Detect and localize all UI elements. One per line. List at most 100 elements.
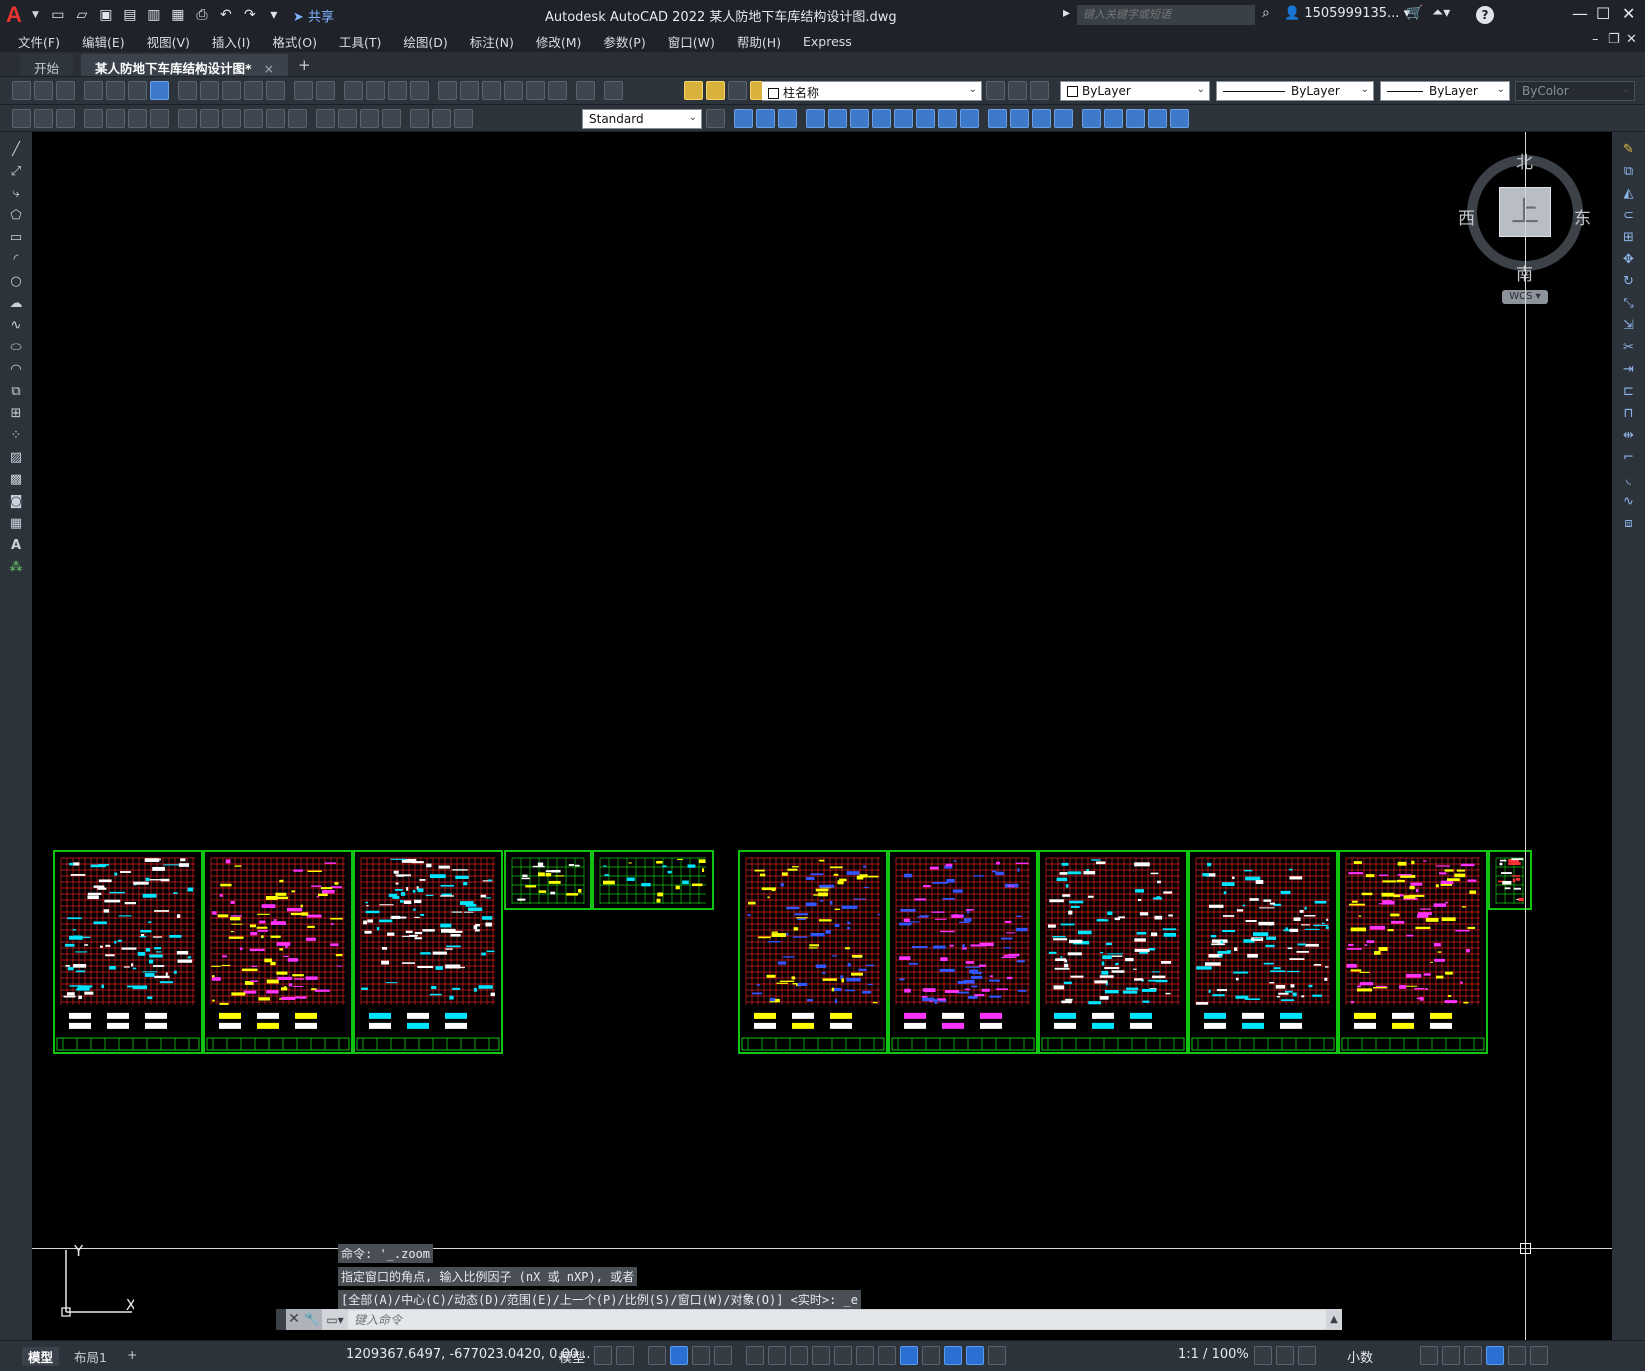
customization-icon[interactable] [1530,1346,1548,1365]
zoom-window-icon[interactable] [388,81,407,100]
mtext-icon[interactable]: A [8,538,24,554]
menu-parametric[interactable]: 参数(P) [603,32,645,51]
offset-icon[interactable]: ⊂ [1620,208,1637,224]
command-history-up-icon[interactable]: ▲ [1326,1314,1342,1325]
extrude-faces-icon[interactable] [806,109,825,128]
snap-icon[interactable] [616,1346,634,1365]
dim-update-icon[interactable] [454,109,473,128]
close-icon[interactable]: ✕ [1622,4,1635,23]
save-icon[interactable]: ▣ [95,4,117,26]
selection-cycling-icon[interactable] [856,1346,874,1365]
selection-filter-icon[interactable] [922,1346,940,1365]
drawing-sheet[interactable] [203,850,353,1054]
blend-curves-icon[interactable]: ∿ [1620,494,1637,510]
rotate-faces-icon[interactable] [894,109,913,128]
help-tool-icon[interactable] [576,81,595,100]
quick-properties-icon[interactable] [1420,1346,1438,1365]
line-icon[interactable]: ╱ [8,142,24,158]
isolate-objects-icon[interactable] [1464,1346,1482,1365]
redo-tool-icon[interactable] [316,81,335,100]
dim-radius-icon[interactable] [106,109,125,128]
add-selected-icon[interactable]: ⁂ [8,560,24,576]
markup-icon[interactable] [526,81,545,100]
slice-icon[interactable] [1170,109,1189,128]
object-snap-icon[interactable] [790,1346,808,1365]
revcloud-icon[interactable]: ☁ [8,296,24,312]
hatch-icon[interactable]: ▨ [8,450,24,466]
dim-diameter-icon[interactable] [150,109,169,128]
add-layout-button[interactable]: + [127,1347,137,1362]
new-icon[interactable] [12,81,31,100]
mirror-icon[interactable]: ◭ [1620,186,1637,202]
dim-arc-icon[interactable] [56,109,75,128]
infer-constraints-icon[interactable] [648,1346,666,1365]
dim-ordinate-icon[interactable] [84,109,103,128]
menu-draw[interactable]: 绘图(D) [403,32,447,51]
dim-edit-icon[interactable] [410,109,429,128]
drawing-sheet[interactable] [592,850,714,910]
properties-icon[interactable] [438,81,457,100]
copy-object-icon[interactable]: ⧉ [1620,164,1637,180]
save-tool-icon[interactable] [56,81,75,100]
polyline-icon[interactable]: ⤷ [8,186,24,202]
break-icon[interactable]: ⊓ [1620,406,1637,422]
doc-close-icon[interactable]: ✕ [1626,32,1637,47]
publish-tool-icon[interactable] [128,81,147,100]
drawing-sheet[interactable] [1038,850,1188,1054]
new-tab-button[interactable]: + [288,54,321,76]
cart-icon[interactable]: 🛒 [1406,5,1423,21]
polar-tracking-icon[interactable] [714,1346,732,1365]
menu-file[interactable]: 文件(F) [18,32,60,51]
layer-on-icon[interactable] [684,81,703,100]
color-edges-icon[interactable] [1148,109,1167,128]
share-button[interactable]: ➤ 共享 [293,6,334,25]
offset-faces-icon[interactable] [850,109,869,128]
tab-start[interactable]: 开始 [20,54,74,76]
make-current-layer-icon[interactable] [986,81,1005,100]
plotstyle-dropdown[interactable]: ByColor ⌄ [1515,81,1635,101]
drawing-canvas[interactable]: 上 北 南 西 东 WCS ▾ Y X 命令: '_.zoom 指定窗口的角点,… [32,132,1612,1340]
jogged-linear-icon[interactable] [382,109,401,128]
layer-dropdown[interactable]: 柱名称 ⌄ [762,81,982,101]
separate-icon[interactable] [1032,109,1051,128]
preview-icon[interactable] [106,81,125,100]
annotation-scale[interactable]: 1:1 / 100% [1178,1347,1249,1362]
arc-icon[interactable]: ◜ [8,252,24,268]
dim-space-icon[interactable] [266,109,285,128]
delete-faces-icon[interactable] [872,109,891,128]
layer-freeze-icon[interactable] [706,81,725,100]
construction-line-icon[interactable]: ⤢ [8,164,24,180]
layer-states-icon[interactable] [1030,81,1049,100]
tab-close-icon[interactable]: × [264,61,274,76]
3d-osnap-icon[interactable] [878,1346,896,1365]
insert-block-icon[interactable]: ⧉ [8,384,24,400]
taper-faces-icon[interactable] [916,109,935,128]
menu-modify[interactable]: 修改(M) [536,32,582,51]
dim-linear-icon[interactable] [12,109,31,128]
search-expand-icon[interactable]: ▸ [1063,5,1070,21]
menu-edit[interactable]: 编辑(E) [82,32,125,51]
tolerance-icon[interactable] [316,109,335,128]
dim-continue-icon[interactable] [244,109,263,128]
open-file-icon[interactable]: ▱ [71,4,93,26]
calculator-icon[interactable] [548,81,567,100]
shell-icon[interactable] [1054,109,1073,128]
color-faces-icon[interactable] [960,109,979,128]
tool-palettes-icon[interactable] [482,81,501,100]
plot-icon[interactable]: ⎙ [191,4,213,26]
tab-drawing[interactable]: 某人防地下车库结构设计图* × [81,54,289,76]
grid-icon[interactable] [594,1346,612,1365]
copy-edges-icon[interactable] [1126,109,1145,128]
save-as-icon[interactable]: ▤ [119,4,141,26]
ellipse-arc-icon[interactable]: ◠ [8,362,24,378]
zoom-previous-icon[interactable] [410,81,429,100]
break-at-point-icon[interactable]: ⊏ [1620,384,1637,400]
dim-text-edit-icon[interactable] [432,109,451,128]
tab-model[interactable]: 模型 [22,1347,60,1366]
annotation-monitor-icon[interactable] [1276,1346,1294,1365]
dynamic-ucs-icon[interactable] [900,1346,918,1365]
gradient-icon[interactable]: ▩ [8,472,24,488]
a360-icon[interactable]: ⏶▾ [1432,5,1450,21]
isodraft-icon[interactable] [746,1346,764,1365]
publish-icon[interactable]: ▥ [143,4,165,26]
